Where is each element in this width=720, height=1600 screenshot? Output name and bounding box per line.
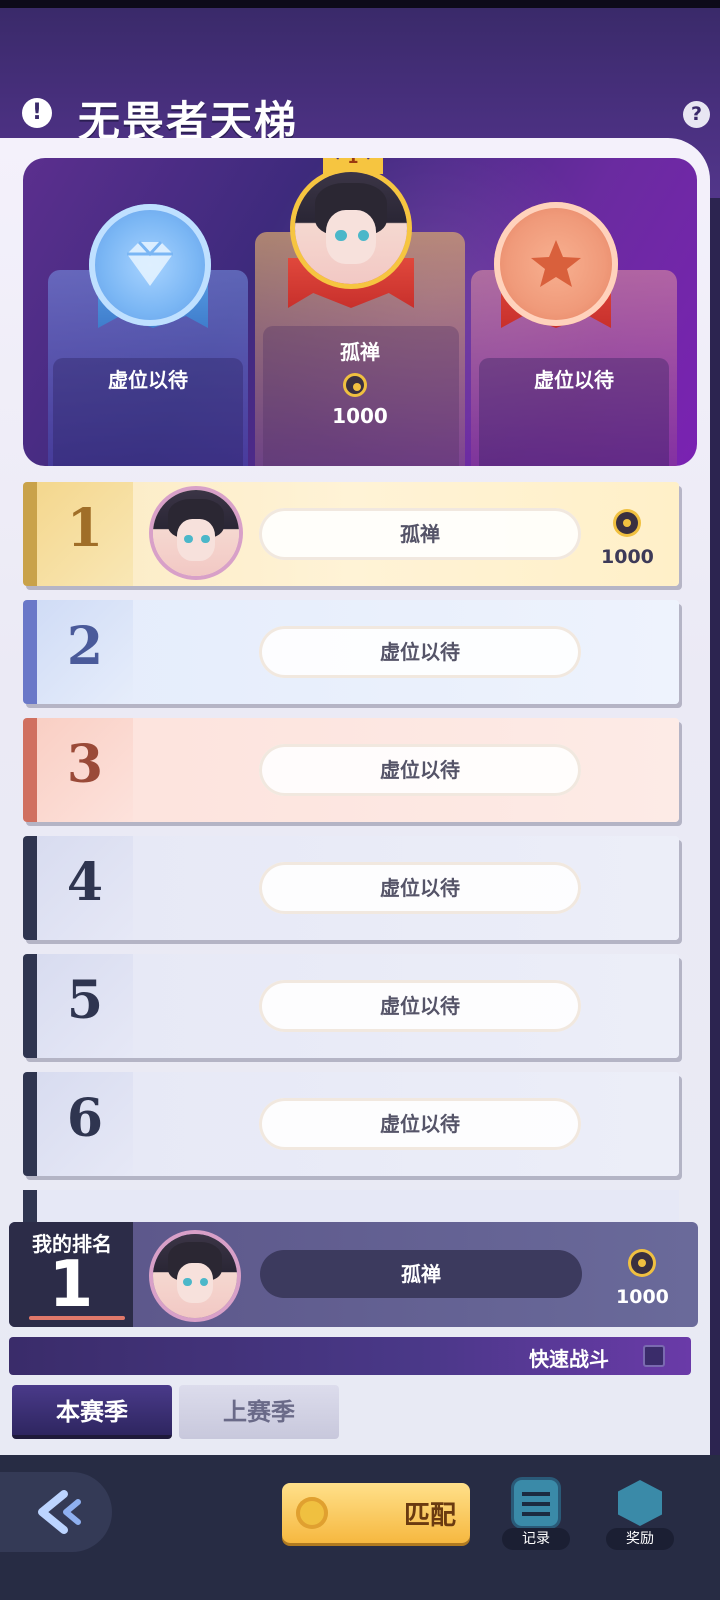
rank-number: 5 [66,970,104,1031]
rank-number: 6 [66,1088,104,1149]
table-row[interactable]: 5 虚位以待 [23,954,679,1058]
my-rank-number: 1 [48,1248,94,1322]
rewards-button[interactable]: 奖励 [600,1476,680,1552]
match-button[interactable]: 匹配 [282,1483,470,1543]
table-row[interactable]: 4 虚位以待 [23,836,679,940]
table-row[interactable]: 2 虚位以待 [23,600,679,704]
my-rank-bar: 我的排名 1 孤禅 1000 [9,1222,698,1327]
my-coin-icon [631,1252,653,1274]
info-icon[interactable]: ! [22,98,52,128]
tab-previous-season[interactable]: 上赛季 [179,1385,339,1439]
coin-icon [616,512,638,534]
quick-battle-label: 快速战斗 [529,1347,609,1371]
status-bar [0,0,720,8]
podium: 虚位以待 1 孤禅 1000 虚位以待 [23,158,697,466]
player-name: 虚位以待 [259,626,581,678]
rank-number: 4 [66,852,104,913]
avatar [153,490,239,576]
rank-accent [23,836,37,940]
rank-accent [23,718,37,822]
podium-first-name: 孤禅 [340,340,380,364]
diamond-medal-icon [89,204,211,326]
rank-number: 2 [66,616,104,677]
rewards-label: 奖励 [606,1528,674,1550]
crown-rank: 1 [323,158,383,167]
table-row[interactable]: 6 虚位以待 [23,1072,679,1176]
star-icon [531,240,581,287]
diamond-icon [127,240,173,286]
rank-accent [23,600,37,704]
star-medal-icon [494,202,618,326]
help-icon[interactable]: ? [683,101,710,128]
table-row[interactable]: 1 孤禅 1000 [23,482,679,586]
tab-current-season[interactable]: 本赛季 [12,1385,172,1439]
quick-battle-bar: 快速战斗 [9,1337,691,1375]
podium-first-avatar [295,172,407,284]
podium-first-coin-icon [346,376,364,394]
my-score: 1000 [616,1286,669,1308]
podium-third-name: 虚位以待 [534,368,614,392]
my-player-name: 孤禅 [260,1250,582,1298]
back-arrow-icon [38,1490,81,1534]
player-name: 虚位以待 [259,980,581,1032]
records-label: 记录 [502,1528,570,1550]
records-icon [514,1480,558,1526]
my-avatar [153,1234,237,1318]
player-score: 1000 [601,546,654,568]
quick-battle-checkbox[interactable] [643,1345,665,1367]
rank-accent [23,954,37,1058]
rank-accent [23,1072,37,1176]
records-button[interactable]: 记录 [496,1476,576,1552]
player-name: 虚位以待 [259,862,581,914]
rewards-icon [618,1480,662,1526]
back-button[interactable] [0,1472,112,1552]
player-name: 孤禅 [259,508,581,560]
match-label: 匹配 [404,1501,457,1531]
table-row[interactable]: 3 虚位以待 [23,718,679,822]
rank-number: 3 [66,734,104,795]
player-name: 虚位以待 [259,744,581,796]
my-rank-underline [29,1316,125,1320]
podium-second-name: 虚位以待 [108,368,188,392]
rank-number: 1 [66,498,104,559]
podium-first-score: 1000 [332,404,388,428]
player-name: 虚位以待 [259,1098,581,1150]
rank-accent [23,482,37,586]
match-coin-icon [296,1497,328,1529]
